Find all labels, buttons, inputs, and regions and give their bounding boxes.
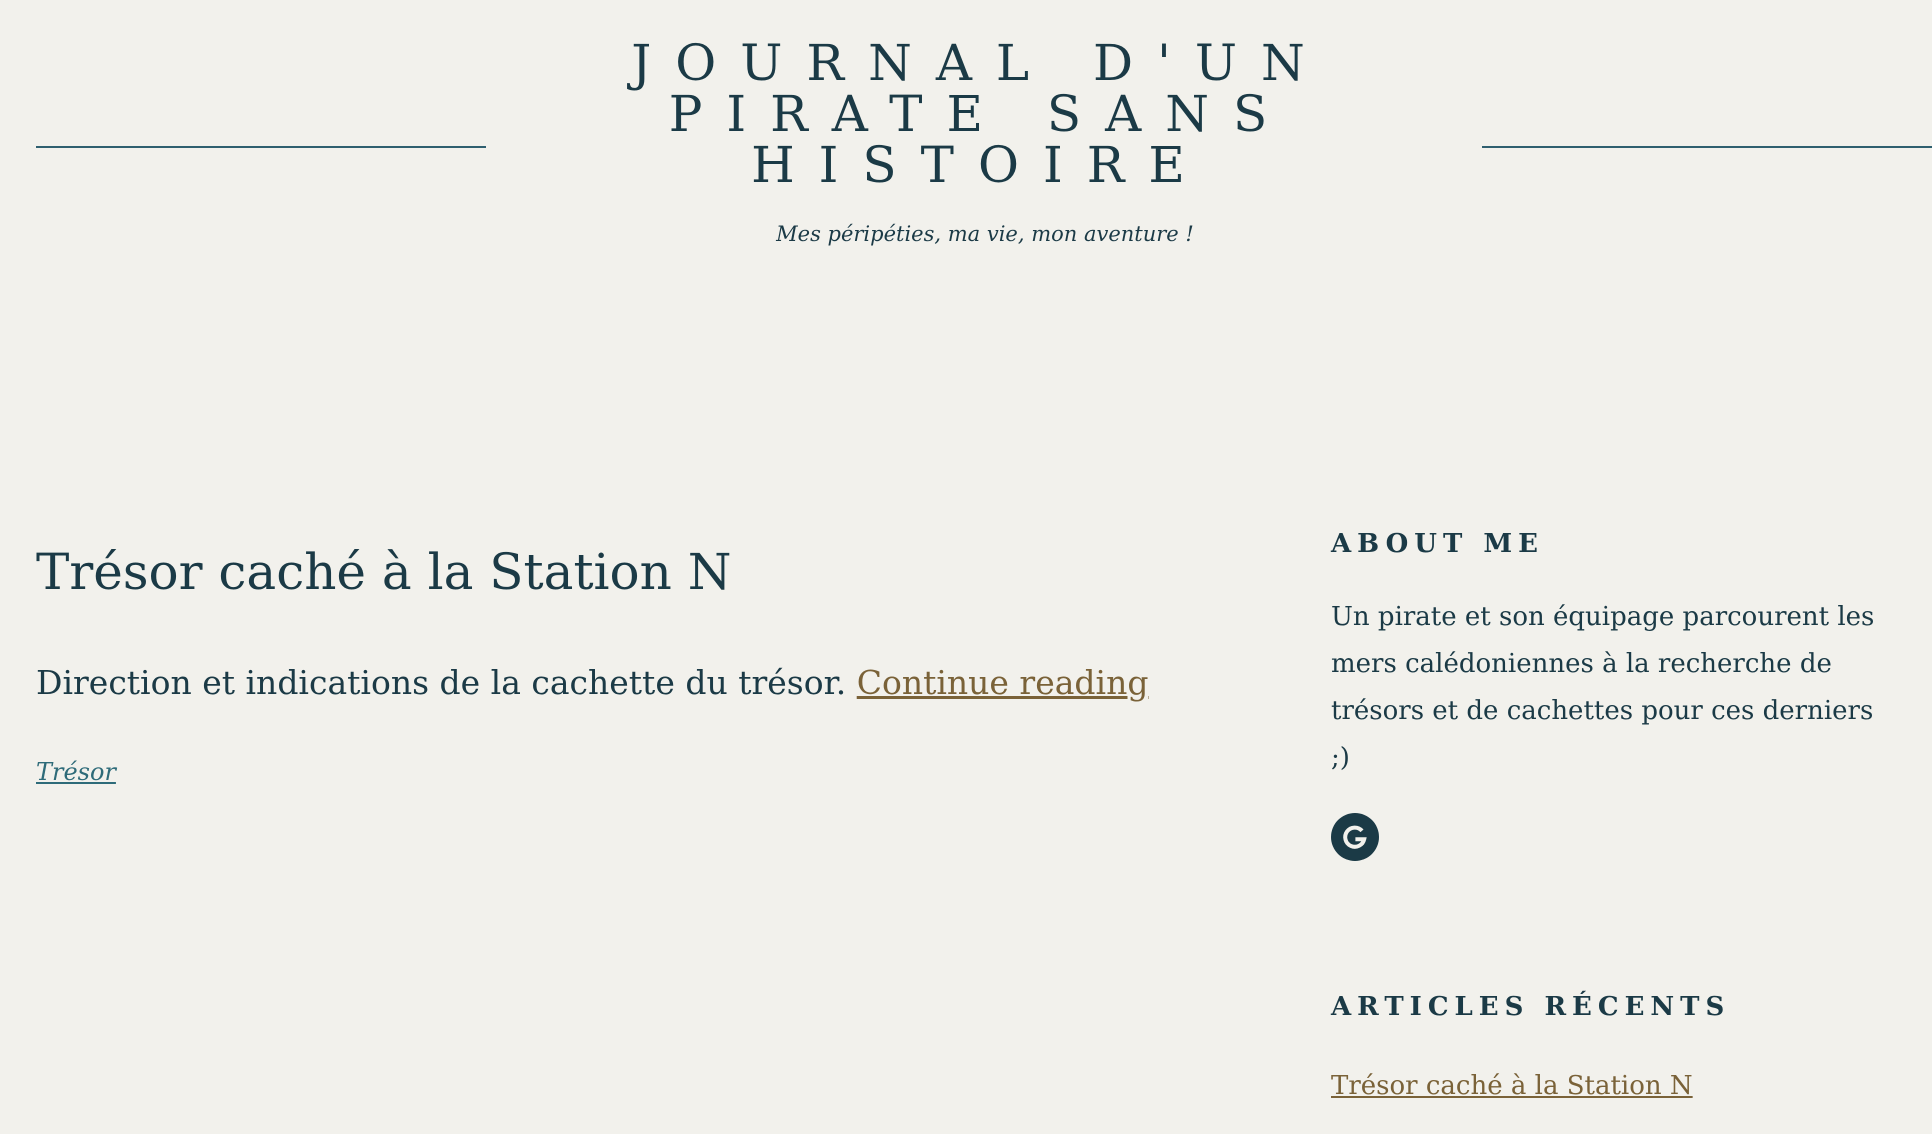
site-title-line-2[interactable]: pirate sans xyxy=(470,89,1490,140)
post-category-link[interactable]: Trésor xyxy=(36,753,116,791)
continue-reading-link[interactable]: Continue reading xyxy=(857,663,1149,702)
about-title: About me xyxy=(1331,529,1544,559)
post-card: Trésor caché à la Station N Direction et… xyxy=(36,530,1196,791)
post-excerpt: Direction et indications de la cachette … xyxy=(36,660,1196,705)
header-left-rule xyxy=(36,146,486,148)
site-header: Journal d'un pirate sans histoire Mes pé… xyxy=(0,0,1932,270)
recent-post-link[interactable]: Trésor caché à la Station N xyxy=(1331,1066,1693,1106)
site-title[interactable]: Journal d'un pirate sans histoire xyxy=(470,38,1490,191)
site-tagline: Mes péripéties, ma vie, mon aventure ! xyxy=(776,222,1194,246)
header-right-rule xyxy=(1482,146,1932,148)
post-excerpt-text: Direction et indications de la cachette … xyxy=(36,663,847,702)
recent-posts-widget: Articles récents Trésor caché à la Stati… xyxy=(1331,983,1891,1106)
about-widget: About me Un pirate et son équipage parco… xyxy=(1331,520,1891,861)
recent-posts-title: Articles récents xyxy=(1331,992,1731,1022)
site-title-line-3[interactable]: histoire xyxy=(470,140,1490,191)
sidebar: About me Un pirate et son équipage parco… xyxy=(1331,520,1891,1106)
post-title[interactable]: Trésor caché à la Station N xyxy=(36,530,1196,615)
about-text: Un pirate et son équipage parcourent les… xyxy=(1331,602,1875,773)
google-icon[interactable] xyxy=(1331,813,1379,861)
main-content: Trésor caché à la Station N Direction et… xyxy=(36,530,1196,791)
site-title-line-1[interactable]: Journal d'un xyxy=(470,38,1490,89)
